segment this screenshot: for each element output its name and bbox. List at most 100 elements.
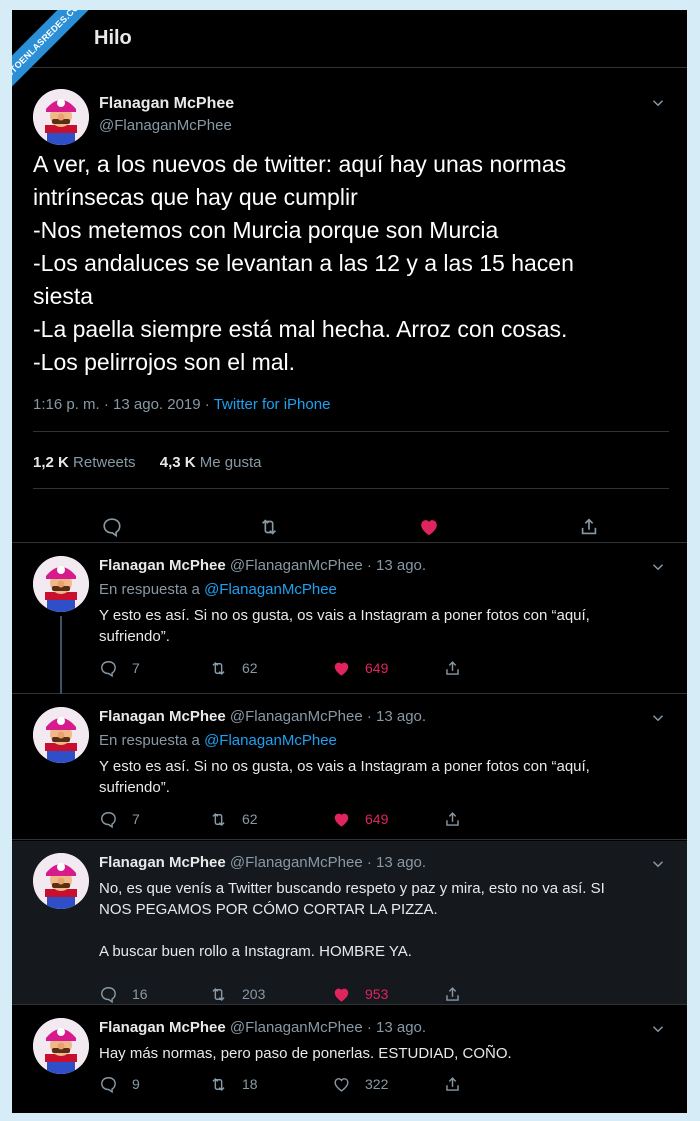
- reply-count: 7: [132, 660, 140, 676]
- share-button[interactable]: [443, 808, 476, 830]
- share-icon[interactable]: [578, 516, 600, 538]
- avatar[interactable]: [33, 707, 89, 763]
- tweet-line: -Los andaluces se levantan a las 12 y a …: [33, 250, 574, 276]
- reply-icon[interactable]: [101, 516, 123, 538]
- reply-tweet[interactable]: Flanagan McPhee @FlanaganMcPhee · 13 ago…: [12, 1006, 687, 1113]
- author-name[interactable]: Flanagan McPhee: [99, 1019, 226, 1036]
- like-button[interactable]: 649: [332, 808, 388, 830]
- divider: [33, 488, 669, 489]
- tweet-actions: 7 62 649: [99, 808, 499, 830]
- tweet-line: sufriendo”.: [99, 779, 170, 796]
- like-button[interactable]: 322: [332, 1073, 388, 1095]
- author-handle[interactable]: @FlanaganMcPhee: [230, 854, 363, 871]
- tweet-line: -Los pelirrojos son el mal.: [33, 349, 296, 375]
- like-button[interactable]: 649: [332, 657, 388, 679]
- retweet-count: 62: [242, 660, 258, 676]
- mario-avatar-icon: [33, 853, 89, 909]
- author-handle[interactable]: @FlanaganMcPhee: [230, 1019, 363, 1036]
- share-button[interactable]: [443, 657, 476, 679]
- author-name[interactable]: Flanagan McPhee: [99, 557, 226, 574]
- reply-icon: [101, 1076, 116, 1093]
- chevron-down-icon[interactable]: [649, 709, 667, 727]
- avatar[interactable]: [33, 853, 89, 909]
- mario-avatar-icon: [33, 556, 89, 612]
- tweet-text: Y esto es así. Si no os gusta, os vais a…: [99, 756, 659, 798]
- reply-count: 9: [132, 1076, 140, 1092]
- tweet-source[interactable]: Twitter for iPhone: [214, 396, 331, 413]
- share-icon: [446, 811, 459, 826]
- retweet-button[interactable]: 18: [209, 1073, 258, 1095]
- author-handle[interactable]: @FlanaganMcPhee: [230, 557, 363, 574]
- share-button[interactable]: [443, 1073, 476, 1095]
- share-button[interactable]: [443, 983, 476, 1005]
- chevron-down-icon[interactable]: [649, 855, 667, 873]
- tweet-line: No, es que venís a Twitter buscando resp…: [99, 880, 605, 897]
- retweet-count: 62: [242, 811, 258, 827]
- share-icon: [446, 986, 459, 1001]
- like-button[interactable]: 953: [332, 983, 388, 1005]
- likes-stat[interactable]: 4,3 K Me gusta: [160, 454, 262, 471]
- tweet-line: siesta: [33, 283, 94, 309]
- in-reply-to: En respuesta a @FlanaganMcPhee: [99, 581, 337, 598]
- in-reply-handle[interactable]: @FlanaganMcPhee: [204, 732, 337, 749]
- tweet-line: -Nos metemos con Murcia porque son Murci…: [33, 217, 499, 243]
- reply-tweet[interactable]: Flanagan McPhee @FlanaganMcPhee · 13 ago…: [12, 695, 687, 840]
- author-name[interactable]: Flanagan McPhee: [99, 708, 226, 725]
- reply-button[interactable]: 16: [99, 983, 148, 1005]
- author-handle[interactable]: @FlanaganMcPhee: [99, 117, 232, 134]
- chevron-down-icon[interactable]: [649, 94, 667, 112]
- chevron-down-icon[interactable]: [649, 558, 667, 576]
- tweet-line: [99, 920, 659, 941]
- heart-filled-icon[interactable]: [418, 516, 440, 538]
- retweets-count: 1,2 K: [33, 454, 69, 471]
- retweet-icon[interactable]: [258, 516, 280, 538]
- avatar[interactable]: [33, 556, 89, 612]
- reply-icon: [101, 986, 116, 1003]
- tweet-time[interactable]: 1:16 p. m. · 13 ago. 2019 ·: [33, 396, 214, 413]
- tweet-text: Y esto es así. Si no os gusta, os vais a…: [99, 605, 659, 647]
- retweet-icon: [212, 1077, 225, 1091]
- reply-tweet[interactable]: Flanagan McPhee @FlanaganMcPhee · 13 ago…: [12, 544, 687, 694]
- tweet-date[interactable]: · 13 ago.: [367, 557, 426, 574]
- retweet-icon: [212, 812, 225, 826]
- reply-icon: [101, 660, 116, 677]
- retweet-count: 203: [242, 986, 266, 1002]
- tweet-actions: 16 203 953: [99, 983, 499, 1005]
- tweet-line: sufriendo”.: [99, 628, 170, 645]
- likes-label: Me gusta: [199, 454, 262, 471]
- reply-count: 16: [132, 986, 148, 1002]
- retweet-button[interactable]: 62: [209, 657, 258, 679]
- reply-button[interactable]: 7: [99, 808, 140, 830]
- reply-header: Flanagan McPhee @FlanaganMcPhee · 13 ago…: [99, 557, 426, 574]
- retweet-button[interactable]: 62: [209, 808, 258, 830]
- author-handle[interactable]: @FlanaganMcPhee: [230, 708, 363, 725]
- header: Hilo: [12, 10, 687, 68]
- tweet-date[interactable]: · 13 ago.: [367, 708, 426, 725]
- author-name[interactable]: Flanagan McPhee: [99, 95, 234, 113]
- reply-button[interactable]: 7: [99, 657, 140, 679]
- mario-avatar-icon: [33, 1018, 89, 1074]
- retweet-icon: [212, 987, 225, 1001]
- share-icon: [446, 1076, 459, 1091]
- reply-tweet[interactable]: Flanagan McPhee @FlanaganMcPhee · 13 ago…: [12, 841, 687, 1005]
- main-tweet: Flanagan McPhee @FlanaganMcPhee A ver, a…: [12, 68, 687, 543]
- avatar[interactable]: [33, 89, 89, 145]
- tweet-date[interactable]: · 13 ago.: [367, 1019, 426, 1036]
- page-title: Hilo: [94, 27, 132, 49]
- tweet-actions: 7 62 649: [99, 657, 499, 679]
- chevron-down-icon[interactable]: [649, 1020, 667, 1038]
- in-reply-label: En respuesta a: [99, 581, 205, 598]
- tweet-line: NOS PEGAMOS POR CÓMO CORTAR LA PIZZA.: [99, 901, 438, 918]
- reply-header: Flanagan McPhee @FlanaganMcPhee · 13 ago…: [99, 854, 426, 871]
- tweet-text: No, es que venís a Twitter buscando resp…: [99, 878, 659, 962]
- tweet-line: A ver, a los nuevos de twitter: aquí hay…: [33, 151, 567, 177]
- reply-button[interactable]: 9: [99, 1073, 140, 1095]
- retweets-stat[interactable]: 1,2 K Retweets: [33, 454, 136, 471]
- tweet-date[interactable]: · 13 ago.: [367, 854, 426, 871]
- author-name[interactable]: Flanagan McPhee: [99, 854, 226, 871]
- in-reply-handle[interactable]: @FlanaganMcPhee: [204, 581, 337, 598]
- retweet-button[interactable]: 203: [209, 983, 265, 1005]
- tweet-meta: 1:16 p. m. · 13 ago. 2019 · Twitter for …: [33, 396, 330, 413]
- avatar[interactable]: [33, 1018, 89, 1074]
- tweet-actions: 9 18 322: [99, 1073, 499, 1095]
